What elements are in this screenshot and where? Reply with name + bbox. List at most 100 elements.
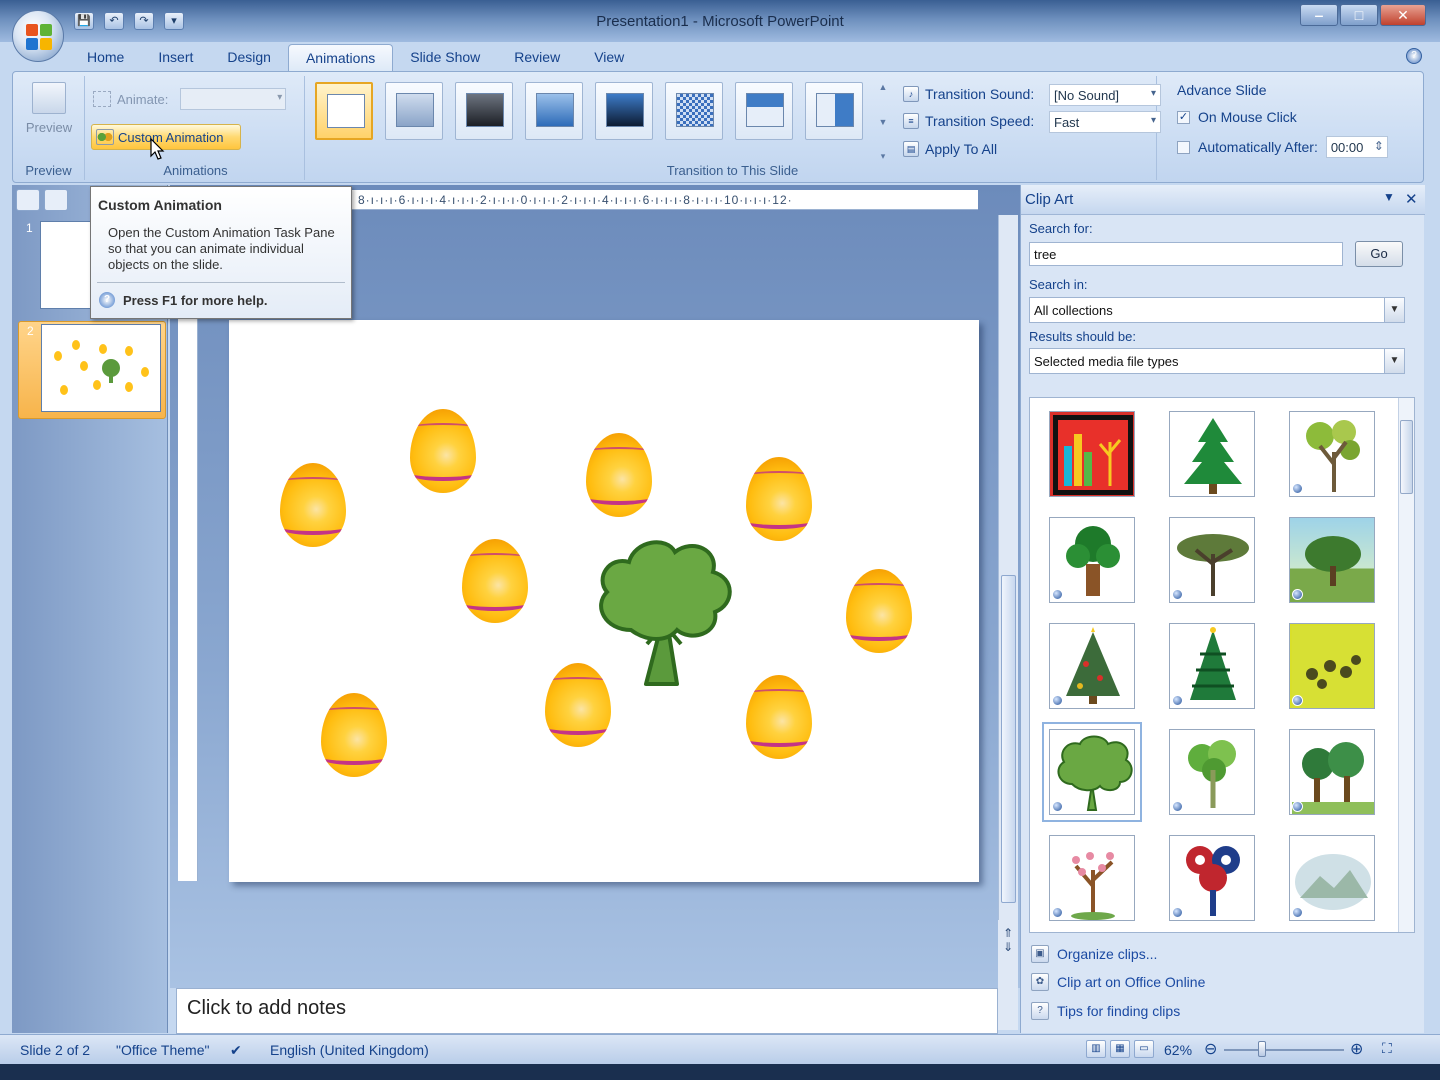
clip-art-search-input[interactable]: tree — [1029, 242, 1343, 266]
clip-result[interactable] — [1289, 517, 1375, 603]
fit-to-window-icon[interactable]: ⛶ — [1382, 1040, 1392, 1057]
automatically-after-spinner[interactable]: 00:00 — [1325, 136, 1388, 158]
clip-result-selected[interactable] — [1042, 722, 1142, 822]
easter-egg-image[interactable] — [410, 409, 476, 493]
online-clip-icon — [1292, 695, 1303, 706]
help-icon[interactable]: ? — [1406, 48, 1422, 64]
transition-wipe-down[interactable] — [735, 82, 793, 140]
clip-result[interactable] — [1289, 729, 1375, 815]
organize-clips-icon: ▣ — [1031, 945, 1049, 963]
tab-insert[interactable]: Insert — [141, 44, 210, 72]
easter-egg-image[interactable] — [846, 569, 912, 653]
animations-group: Animate: Custom Animation Animations — [87, 76, 305, 180]
transition-cut-black[interactable] — [595, 82, 653, 140]
tab-home[interactable]: Home — [70, 44, 141, 72]
transition-dissolve[interactable] — [665, 82, 723, 140]
clip-result[interactable] — [1049, 835, 1135, 921]
transition-cut[interactable] — [525, 82, 583, 140]
clip-result[interactable] — [1169, 623, 1255, 709]
zoom-level[interactable]: 62% — [1164, 1042, 1192, 1058]
easter-egg-image[interactable] — [746, 675, 812, 759]
scrollbar-thumb[interactable] — [1400, 420, 1413, 494]
clip-result[interactable] — [1289, 835, 1375, 921]
tab-animations[interactable]: Animations — [287, 44, 394, 72]
tab-outline[interactable] — [44, 189, 68, 211]
slide-sorter-icon[interactable]: ▦ — [1110, 1040, 1130, 1058]
preview-button[interactable]: Preview — [21, 80, 77, 140]
transition-none[interactable] — [315, 82, 373, 140]
easter-egg-image[interactable] — [462, 539, 528, 623]
online-clip-icon — [1292, 589, 1303, 600]
tab-slide-show[interactable]: Slide Show — [393, 44, 497, 72]
slide-2-preview — [54, 340, 149, 395]
animations-group-label: Animations — [163, 163, 228, 178]
results-type-dropdown[interactable]: Selected media file types ▼ — [1029, 348, 1405, 374]
chevron-down-icon[interactable]: ▼ — [1384, 349, 1404, 373]
clip-result[interactable] — [1169, 411, 1255, 497]
next-slide-icon[interactable]: ⇓ — [998, 940, 1018, 954]
scrollbar-thumb[interactable] — [1001, 575, 1016, 903]
automatically-after-checkbox[interactable] — [1177, 140, 1190, 154]
custom-animation-button[interactable]: Custom Animation — [91, 124, 241, 150]
zoom-out-icon[interactable]: ⊖ — [1204, 1039, 1217, 1059]
transition-fade-black[interactable] — [455, 82, 513, 140]
tab-slides[interactable] — [16, 189, 40, 211]
normal-view-icon[interactable]: ▥ — [1086, 1040, 1106, 1058]
transition-speed-dropdown[interactable]: Fast — [1049, 111, 1161, 133]
clip-result[interactable] — [1289, 411, 1375, 497]
clip-result[interactable] — [1049, 623, 1135, 709]
close-pane-icon[interactable]: ✕ — [1405, 190, 1418, 208]
organize-clips-link[interactable]: ▣ Organize clips... — [1031, 945, 1157, 963]
maximize-button[interactable]: □ — [1340, 4, 1378, 26]
close-button[interactable]: ✕ — [1380, 4, 1426, 26]
transition-wipe-left[interactable] — [805, 82, 863, 140]
tab-view[interactable]: View — [577, 44, 641, 72]
tree-clipart-image[interactable] — [591, 534, 739, 690]
go-button[interactable]: Go — [1355, 241, 1403, 267]
language-indicator[interactable]: English (United Kingdom) — [270, 1042, 429, 1058]
on-mouse-click-checkbox[interactable]: ✓ — [1177, 110, 1190, 124]
pane-options-icon[interactable]: ▼ — [1383, 190, 1395, 204]
zoom-slider-handle[interactable] — [1258, 1041, 1266, 1057]
previous-slide-icon[interactable]: ⇑ — [998, 926, 1018, 940]
easter-egg-image[interactable] — [321, 693, 387, 777]
online-clip-icon — [1172, 695, 1183, 706]
preview-group: Preview Preview — [13, 76, 85, 180]
spell-check-icon[interactable]: ✔ — [230, 1042, 242, 1059]
transition-sound-dropdown[interactable]: [No Sound] — [1049, 84, 1161, 106]
zoom-slider[interactable] — [1224, 1049, 1344, 1051]
zoom-in-icon[interactable]: ⊕ — [1350, 1039, 1363, 1059]
clip-result[interactable] — [1289, 623, 1375, 709]
slide-vertical-scrollbar[interactable] — [998, 215, 1018, 979]
tips-help-icon: ? — [1031, 1002, 1049, 1020]
search-in-dropdown[interactable]: All collections ▼ — [1029, 297, 1405, 323]
clip-result[interactable] — [1169, 835, 1255, 921]
tab-design[interactable]: Design — [210, 44, 288, 72]
chevron-down-icon[interactable]: ▼ — [1384, 298, 1404, 322]
clip-result[interactable] — [1049, 517, 1135, 603]
slide-number: 2 — [27, 324, 34, 338]
easter-egg-image[interactable] — [280, 463, 346, 547]
clip-result[interactable] — [1049, 411, 1135, 497]
easter-egg-image[interactable] — [746, 457, 812, 541]
animate-dropdown[interactable] — [180, 88, 287, 110]
custom-animation-icon — [96, 129, 114, 145]
results-scrollbar[interactable] — [1398, 398, 1414, 932]
minimize-button[interactable]: ‒ — [1300, 4, 1338, 26]
transition-gallery-scroll[interactable]: ▲ ▼ ▾ — [875, 82, 891, 162]
clip-art-online-link[interactable]: ✿ Clip art on Office Online — [1031, 973, 1205, 991]
clip-result[interactable] — [1169, 729, 1255, 815]
apply-all-icon: ▤ — [903, 141, 919, 157]
apply-to-all-button[interactable]: ▤ Apply To All — [903, 141, 997, 157]
slide-canvas[interactable] — [229, 320, 979, 882]
slide-show-icon[interactable]: ▭ — [1134, 1040, 1154, 1058]
notes-area[interactable]: Click to add notes — [176, 988, 998, 1034]
slide-number: 1 — [26, 221, 33, 235]
office-button[interactable] — [12, 10, 64, 62]
slide-thumbnail-2[interactable]: 2 — [18, 321, 166, 419]
clip-result[interactable] — [1169, 517, 1255, 603]
tips-link[interactable]: ? Tips for finding clips — [1031, 1002, 1180, 1020]
easter-egg-image[interactable] — [586, 433, 652, 517]
tab-review[interactable]: Review — [497, 44, 577, 72]
transition-fade-smoothly[interactable] — [385, 82, 443, 140]
